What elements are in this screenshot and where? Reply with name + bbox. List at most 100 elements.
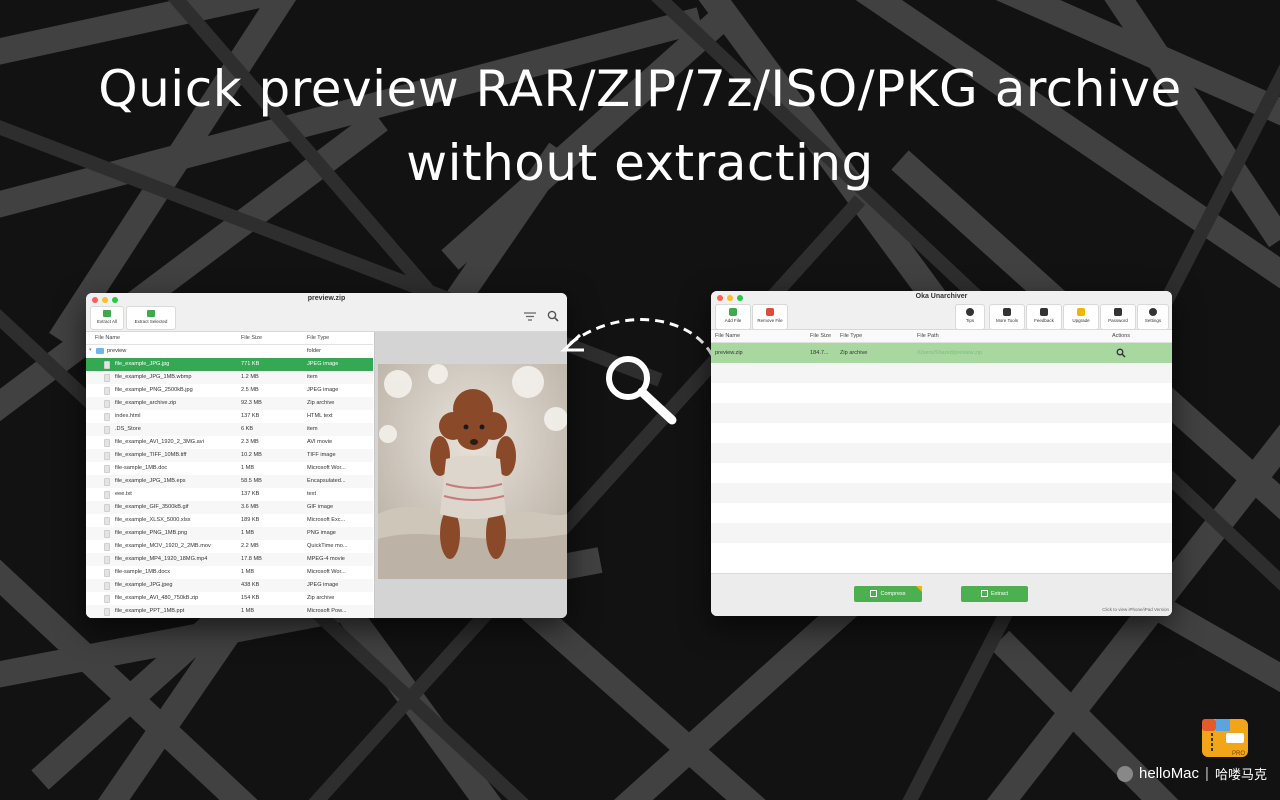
empty-row	[711, 423, 1172, 443]
remove-file-button[interactable]: Remove File	[752, 304, 788, 330]
file-type: item	[307, 426, 318, 432]
filter-icon[interactable]	[524, 312, 536, 321]
folder-type: folder	[307, 348, 321, 354]
extract-selected-button[interactable]: Extract Selected	[126, 306, 176, 330]
file-row[interactable]: file_example_MP4_1920_18MG.mp4 17.8 MB MPE…	[86, 553, 373, 566]
file-name: file_example_TIFF_10MB.tiff	[115, 452, 187, 458]
more-tools-label: More Tools	[996, 318, 1018, 323]
disclosure-triangle-icon[interactable]: ▾	[89, 347, 92, 353]
window-title: Oka Unarchiver	[915, 293, 968, 300]
file-row[interactable]: eee.txt 137 KB text	[86, 488, 373, 501]
file-row[interactable]: file_example_JPG.jpeg 438 KB JPEG image	[86, 579, 373, 592]
file-row[interactable]: file_example_PNG_1MB.png 1 MB PNG image	[86, 527, 373, 540]
file-icon	[104, 387, 110, 395]
column-file-name[interactable]: File Name	[715, 333, 740, 339]
file-size: 3.6 MB	[241, 504, 259, 510]
file-icon	[104, 465, 110, 473]
file-name: file_example_JPG.jpg	[115, 361, 170, 367]
file-icon	[104, 517, 110, 525]
file-icon	[104, 439, 110, 447]
file-type: JPEG image	[307, 387, 339, 393]
file-row[interactable]: file_example_PNG_2500kB.jpg 2.5 MB JPEG im…	[86, 384, 373, 397]
file-row[interactable]: file_example_archive.zip 92.3 MB Zip archi…	[86, 397, 373, 410]
archive-list-header: File Name File Size File Type File Path …	[711, 330, 1172, 343]
column-file-type[interactable]: File Type	[307, 335, 329, 341]
empty-row	[711, 523, 1172, 543]
headline-line-1: Quick preview RAR/ZIP/7z/ISO/PKG archive	[98, 60, 1182, 118]
file-row[interactable]: file-sample_1MB.doc 1 MB Microsoft Wor...	[86, 462, 373, 475]
preview-search-icon[interactable]	[1116, 348, 1126, 358]
app-logo: PRO	[1202, 719, 1248, 757]
hellomac-logo-icon	[1117, 765, 1133, 782]
file-icon	[104, 608, 110, 616]
grid-icon	[1003, 308, 1011, 316]
folder-name: preview	[107, 348, 127, 354]
compress-button[interactable]: Compress	[854, 586, 922, 602]
column-file-path[interactable]: File Path	[917, 333, 939, 339]
file-row[interactable]: file_example_JPG_1MB.wbmp 1.2 MB item	[86, 371, 373, 384]
preview-titlebar: preview.zip Extract All Extract Selected	[86, 293, 567, 332]
file-row[interactable]: file_example_TIFF_10MB.tiff 10.2 MB TIFF i…	[86, 449, 373, 462]
file-size: 438 KB	[241, 582, 260, 588]
file-name: file_example_MOV_1920_2_2MB.mov	[115, 543, 211, 549]
file-row[interactable]: file_example_MOV_1920_2_2MB.mov 2.2 MB Qui…	[86, 540, 373, 553]
file-size: 771 KB	[241, 361, 260, 367]
file-icon	[104, 413, 110, 421]
settings-label: Settings	[1144, 318, 1162, 323]
file-row[interactable]: file_example_AVI_480_750kB.zip 154 KB Zip …	[86, 592, 373, 605]
file-size: 6 KB	[241, 426, 254, 432]
file-row[interactable]: file_example_JPG.jpg 771 KB JPEG image	[86, 358, 373, 371]
file-icon	[104, 595, 110, 603]
extract-all-button[interactable]: Extract All	[90, 306, 124, 330]
file-row[interactable]: file_example_JPG_1MB.eps 58.5 MB Encapsula…	[86, 475, 373, 488]
trash-icon	[766, 308, 774, 316]
file-name: file_example_MP4_1920_18MG.mp4	[115, 556, 208, 562]
file-row[interactable]: .DS_Store 6 KB item	[86, 423, 373, 436]
file-name: .DS_Store	[115, 426, 141, 432]
file-size: 1.2 MB	[241, 374, 259, 380]
column-file-type[interactable]: File Type	[840, 333, 862, 339]
file-type: Zip archive	[307, 400, 335, 406]
compress-icon	[870, 590, 878, 598]
add-file-button[interactable]: Add File	[715, 304, 751, 330]
settings-button[interactable]: Settings	[1137, 304, 1169, 330]
extract-button[interactable]: Extract	[961, 586, 1028, 602]
file-type: JPEG image	[307, 582, 339, 588]
file-type: item	[307, 374, 318, 380]
extract-label: Extract	[990, 591, 1009, 597]
ipad-version-link[interactable]: Click to view iPhone/iPad Version	[1102, 607, 1169, 612]
empty-row	[711, 483, 1172, 503]
file-name: file_example_PNG_1MB.png	[115, 530, 188, 536]
file-row[interactable]: file-sample_1MB.docx 1 MB Microsoft Wor...	[86, 566, 373, 579]
file-type: PNG image	[307, 530, 336, 536]
file-name: file_example_archive.zip	[115, 400, 177, 406]
file-name: file_example_JPG_1MB.wbmp	[115, 374, 192, 380]
file-row[interactable]: file_example_AVI_1920_2_3MG.avi 2.3 MB AVI…	[86, 436, 373, 449]
feedback-button[interactable]: Feedback	[1026, 304, 1062, 330]
file-type: text	[307, 491, 317, 497]
file-row[interactable]: file_example_XLSX_5000.xlsx 189 KB Microso…	[86, 514, 373, 527]
column-file-size[interactable]: File Size	[241, 335, 262, 341]
file-row[interactable]: index.html 137 KB HTML text	[86, 410, 373, 423]
tips-button[interactable]: Tips	[955, 304, 985, 330]
more-tools-button[interactable]: More Tools	[989, 304, 1025, 330]
file-row[interactable]: file_example_PPT_1MB.ppt 1 MB Microsoft Po…	[86, 605, 373, 618]
file-size: 1 MB	[241, 569, 255, 575]
file-icon	[104, 400, 110, 408]
file-size: 92.3 MB	[241, 400, 262, 406]
empty-row	[711, 543, 1172, 563]
upgrade-label: Upgrade	[1072, 318, 1090, 323]
file-row[interactable]: file_example_GIF_3500kB.gif 3.6 MB GIF ima…	[86, 501, 373, 514]
archive-row[interactable]: preview.zip 184.7... Zip archive /Users/…	[711, 343, 1172, 363]
column-file-size[interactable]: File Size	[810, 333, 831, 339]
file-type: JPEG image	[307, 361, 339, 367]
archive-name: preview.zip	[715, 350, 743, 356]
file-type: AVI movie	[307, 439, 333, 445]
folder-row[interactable]: ▾ preview folder	[86, 345, 373, 358]
file-name: file_example_XLSX_5000.xlsx	[115, 517, 191, 523]
upgrade-button[interactable]: Upgrade	[1063, 304, 1099, 330]
file-icon	[104, 504, 110, 512]
password-button[interactable]: Password	[1100, 304, 1136, 330]
file-size: 1 MB	[241, 530, 255, 536]
column-file-name[interactable]: File Name	[95, 335, 120, 341]
